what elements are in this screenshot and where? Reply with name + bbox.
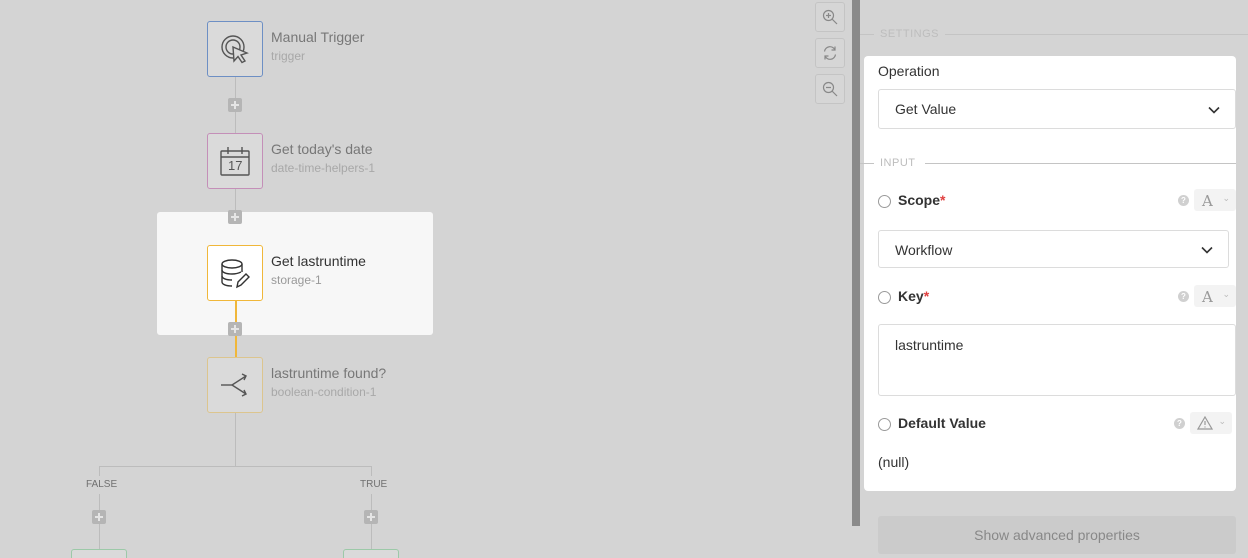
key-type-toggle[interactable]: A ⌄ — [1194, 285, 1236, 307]
type-letter: A — [1202, 192, 1213, 210]
add-step-button[interactable] — [228, 322, 242, 336]
node-title: Manual Trigger — [271, 29, 365, 45]
node-title: lastruntime found? — [271, 365, 387, 381]
input-section-header: INPUT — [880, 157, 916, 169]
zoom-out-button[interactable] — [815, 74, 845, 104]
node-subtitle: trigger — [271, 49, 306, 63]
help-icon[interactable]: ? — [1178, 195, 1189, 206]
node-icon-box[interactable] — [207, 21, 263, 77]
reset-zoom-icon — [823, 46, 837, 60]
settings-section-header: SETTINGS — [880, 28, 940, 40]
node-icon-box[interactable]: 17 — [207, 133, 263, 189]
divider — [945, 34, 1248, 35]
zoom-out-icon — [822, 81, 838, 97]
chevron-down-icon — [1208, 106, 1220, 114]
add-step-button[interactable] — [228, 98, 242, 112]
chevron-down-icon: ⌄ — [1218, 416, 1226, 426]
node-title: Get today's date — [271, 141, 373, 157]
scope-radio[interactable] — [878, 195, 891, 208]
node-true-branch-partial[interactable] — [343, 549, 399, 558]
help-icon[interactable]: ? — [1174, 418, 1185, 429]
add-step-button[interactable] — [364, 510, 378, 524]
settings-panel: SETTINGS Operation Get Value INPUT Scope… — [860, 0, 1248, 558]
node-title: Get lastruntime — [271, 253, 366, 269]
key-input[interactable]: lastruntime — [878, 324, 1236, 396]
operation-select-value: Get Value — [895, 101, 957, 117]
node-icon-box[interactable] — [207, 245, 263, 301]
scope-label: Scope* — [898, 192, 946, 208]
operation-label: Operation — [878, 63, 940, 79]
help-icon[interactable]: ? — [1178, 291, 1189, 302]
default-value-display: (null) — [878, 454, 910, 470]
divider — [925, 163, 1236, 164]
canvas-scrollbar[interactable] — [852, 0, 860, 526]
settings-card: Operation Get Value INPUT Scope* ? A ⌄ W… — [860, 56, 1236, 491]
node-lastruntime-found[interactable]: lastruntime found? boolean-condition-1 — [207, 357, 427, 413]
chevron-down-icon: ⌄ — [1222, 289, 1230, 299]
branch-icon — [221, 373, 247, 397]
divider — [860, 34, 874, 35]
branch-true-label: TRUE — [360, 479, 388, 490]
zoom-in-button[interactable] — [815, 2, 845, 32]
database-edit-icon — [221, 259, 250, 289]
node-subtitle: boolean-condition-1 — [271, 385, 377, 399]
default-value-label: Default Value — [898, 415, 986, 431]
key-label: Key* — [898, 288, 930, 304]
scope-type-toggle[interactable]: A ⌄ — [1194, 189, 1236, 211]
scope-select-value: Workflow — [895, 242, 953, 258]
zoom-in-icon — [822, 9, 838, 25]
key-radio[interactable] — [878, 291, 891, 304]
key-input-value: lastruntime — [895, 337, 964, 353]
node-false-branch-partial[interactable] — [71, 549, 127, 558]
divider — [860, 163, 874, 164]
node-icon-box[interactable] — [207, 357, 263, 413]
node-get-todays-date[interactable]: 17 Get today's date date-time-helpers-1 — [207, 133, 427, 189]
connector-line — [99, 466, 372, 467]
type-letter: A — [1202, 288, 1213, 306]
workflow-canvas[interactable]: Manual Trigger trigger 17 Get today's da… — [0, 0, 850, 558]
operation-select[interactable]: Get Value — [878, 89, 1236, 129]
node-get-lastruntime[interactable]: Get lastruntime storage-1 — [207, 245, 427, 301]
warning-triangle-icon — [1197, 416, 1213, 430]
branch-false-label: FALSE — [86, 479, 118, 490]
node-subtitle: date-time-helpers-1 — [271, 161, 376, 175]
pointer-click-icon — [221, 35, 249, 64]
chevron-down-icon — [1201, 246, 1213, 254]
node-subtitle: storage-1 — [271, 273, 322, 287]
default-value-radio[interactable] — [878, 418, 891, 431]
scope-select[interactable]: Workflow — [878, 230, 1229, 268]
connector-line — [99, 466, 100, 476]
connector-line — [371, 466, 372, 476]
add-step-button[interactable] — [228, 210, 242, 224]
node-manual-trigger[interactable]: Manual Trigger trigger — [207, 21, 427, 77]
add-step-button[interactable] — [92, 510, 106, 524]
calendar-day: 17 — [228, 158, 243, 173]
reset-zoom-button[interactable] — [815, 38, 845, 68]
connector-line — [235, 413, 236, 466]
chevron-down-icon: ⌄ — [1222, 193, 1230, 203]
default-value-type-toggle[interactable]: ⌄ — [1190, 412, 1232, 434]
show-advanced-properties-button[interactable]: Show advanced properties — [878, 516, 1236, 554]
